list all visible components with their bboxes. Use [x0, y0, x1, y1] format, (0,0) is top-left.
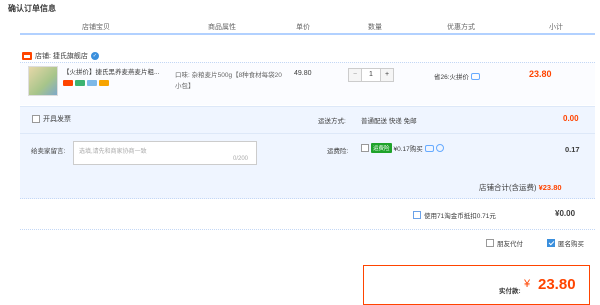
shop-total-label: 店铺合计(含运费) [479, 183, 537, 192]
tag-icon-green [75, 80, 85, 86]
col-item: 店铺宝贝 [82, 24, 110, 31]
discount-text: 省26:火拼价 [434, 74, 470, 81]
anonymous-checkbox[interactable] [547, 239, 555, 247]
coin-checkbox[interactable] [413, 211, 421, 219]
message-count: 0/200 [233, 156, 249, 162]
insurance-option: 运费险 ¥0.17购买 [361, 143, 444, 153]
friend-pay-label: 朋友代付 [497, 241, 523, 248]
pay-label: 实付款: [499, 288, 521, 295]
invoice-option[interactable]: 开具发票 [32, 114, 71, 124]
item-title[interactable]: 【火拼价】捷氏黑养麦燕麦片粗... [63, 68, 171, 77]
discount-info: 省26:火拼价 [434, 71, 481, 81]
chat-badge-icon[interactable]: ✓ [90, 52, 99, 60]
shipping-label: 运送方式: [318, 118, 346, 125]
item-tags [63, 80, 109, 86]
shop-total-value: ¥23.80 [538, 183, 562, 192]
col-qty: 数量 [368, 24, 382, 31]
pay-value: 23.80 [538, 276, 576, 293]
message-placeholder: 选填,请先和商家协商一致 [79, 149, 147, 155]
pay-currency: ¥ [524, 278, 531, 290]
item-price: 49.80 [294, 70, 312, 77]
insurance-cost: 0.17 [565, 145, 580, 154]
shop-row: 店铺: 捷氏旗舰店 ✓ [22, 50, 99, 62]
coin-value: ¥0.00 [555, 209, 576, 218]
options-divider [20, 133, 595, 134]
tag-icon-orange [99, 80, 109, 86]
shipping-value[interactable]: 普通配送 快递 免邮 [361, 115, 417, 125]
coin-row [20, 198, 595, 230]
insurance-badge: 运费险 [371, 143, 392, 153]
tag-icon-red [63, 80, 73, 86]
coin-option[interactable]: 使用71淘金币抵扣0.71元 [413, 210, 496, 220]
item-attr: 口味: 杂粮麦片500g【8种食材每袋20小包】 [175, 72, 282, 90]
message-label: 给卖家留言: [31, 148, 66, 155]
header-divider [20, 33, 595, 35]
quantity-stepper: − 1 + [348, 68, 394, 82]
shop-name[interactable]: 店铺: 捷氏旗舰店 [35, 51, 88, 61]
insurance-label: 运费险: [327, 148, 349, 155]
insurance-checkbox[interactable] [361, 144, 369, 152]
anonymous-label: 匿名购买 [558, 241, 584, 248]
invoice-label: 开具发票 [43, 116, 71, 123]
invoice-checkbox[interactable] [32, 115, 40, 123]
insurance-chat-icon[interactable] [424, 144, 434, 152]
anonymous-option[interactable]: 匿名购买 [547, 238, 584, 248]
col-subtotal: 小计 [549, 24, 563, 31]
item-thumbnail[interactable] [28, 66, 58, 96]
column-headers: 店铺宝贝 商品属性 单价 数量 优惠方式 小计 [20, 22, 595, 32]
insurance-price: ¥0.17购买 [393, 146, 423, 153]
coin-label: 使用71淘金币抵扣0.71元 [424, 213, 496, 220]
col-price: 单价 [296, 24, 310, 31]
qty-plus-button[interactable]: + [380, 68, 394, 82]
shipping-cost: 0.00 [563, 114, 579, 123]
item-subtotal: 23.80 [529, 69, 552, 79]
chat-icon[interactable] [471, 72, 481, 80]
qty-input[interactable]: 1 [362, 68, 380, 82]
tag-icon-blue [87, 80, 97, 86]
qty-minus-button[interactable]: − [348, 68, 362, 82]
question-icon[interactable] [435, 144, 444, 152]
friend-pay-option[interactable]: 朋友代付 [486, 238, 523, 248]
page-title: 确认订单信息 [8, 4, 56, 13]
shop-icon [22, 52, 32, 60]
col-attr: 商品属性 [208, 24, 236, 31]
shop-total: 店铺合计(含运费) ¥23.80 [479, 182, 562, 193]
col-discount: 优惠方式 [447, 24, 475, 31]
friend-pay-checkbox[interactable] [486, 239, 494, 247]
